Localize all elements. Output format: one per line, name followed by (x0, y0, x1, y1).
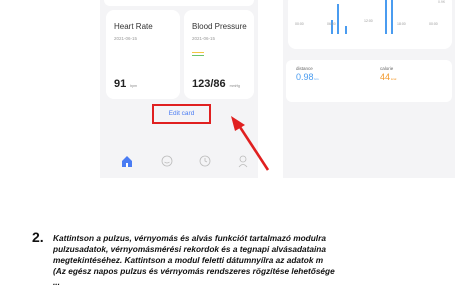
instruction-line: pulzusadatok, vérnyomásmérési rekordok é… (53, 244, 326, 254)
instruction-line: Kattintson a pulzus, vérnyomás és alvás … (53, 233, 326, 243)
instruction-line: megtekintéséhez. Kattintson a modul fele… (53, 255, 324, 265)
instruction-text: Kattintson a pulzus, vérnyomás és alvás … (53, 233, 455, 288)
instruction-line: (Az egész napos pulzus és vérnyomás rend… (53, 266, 335, 276)
instruction-line: ... (53, 277, 60, 287)
step-number: 2. (32, 229, 44, 245)
